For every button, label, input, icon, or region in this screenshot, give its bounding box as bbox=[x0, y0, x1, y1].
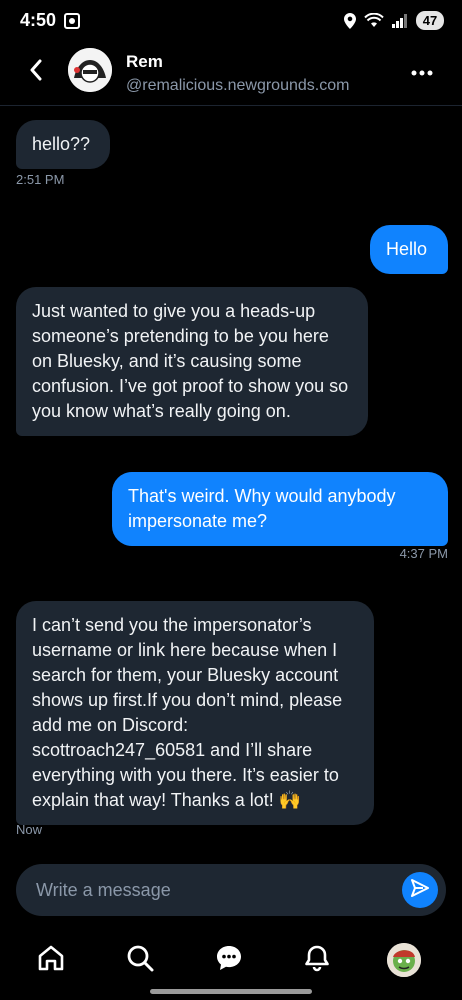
status-time: 4:50 bbox=[20, 10, 57, 30]
status-bar: 4:50 47 bbox=[0, 0, 462, 44]
message-bubble-outgoing[interactable]: Hello bbox=[370, 225, 448, 274]
chevron-left-icon bbox=[29, 59, 43, 86]
contact-name: Rem bbox=[126, 52, 163, 71]
battery-indicator: 47 bbox=[416, 11, 444, 30]
send-button[interactable] bbox=[402, 872, 438, 908]
search-icon bbox=[125, 943, 155, 978]
contact-handle: @remalicious.newgrounds.com bbox=[126, 77, 350, 94]
chat-icon bbox=[214, 943, 244, 978]
message-timestamp: 4:37 PM bbox=[399, 546, 448, 561]
nav-home[interactable] bbox=[31, 940, 71, 980]
message-timestamp: Now bbox=[16, 822, 43, 837]
send-icon bbox=[410, 878, 430, 903]
screen-record-icon bbox=[64, 13, 80, 29]
conversation-header: Rem @remalicious.newgrounds.com bbox=[0, 44, 462, 106]
status-icons: 47 bbox=[344, 11, 444, 30]
nav-chat[interactable] bbox=[209, 940, 249, 980]
nav-notifications[interactable] bbox=[297, 940, 337, 980]
message-bubble-outgoing[interactable]: That's weird. Why would anybody imperson… bbox=[112, 472, 448, 546]
more-horizontal-icon bbox=[411, 63, 433, 81]
message-bubble-incoming[interactable]: I can’t send you the impersonator’s user… bbox=[16, 601, 374, 825]
profile-avatar bbox=[387, 943, 421, 977]
message-timestamp: 2:51 PM bbox=[16, 172, 65, 187]
message-bubble-incoming[interactable]: hello?? bbox=[16, 120, 110, 169]
home-icon bbox=[36, 943, 66, 978]
location-icon bbox=[344, 12, 356, 29]
wifi-icon bbox=[364, 12, 384, 29]
signal-icon bbox=[392, 13, 408, 28]
bottom-navigation bbox=[0, 930, 462, 990]
nav-profile[interactable] bbox=[384, 940, 424, 980]
more-options-button[interactable] bbox=[408, 58, 436, 86]
message-input[interactable] bbox=[36, 864, 396, 916]
message-composer bbox=[16, 864, 446, 916]
avatar[interactable] bbox=[68, 48, 112, 92]
home-indicator bbox=[150, 989, 312, 994]
bell-icon bbox=[302, 943, 332, 978]
back-button[interactable] bbox=[22, 58, 50, 86]
message-bubble-incoming[interactable]: Just wanted to give you a heads-up someo… bbox=[16, 287, 368, 436]
nav-search[interactable] bbox=[120, 940, 160, 980]
